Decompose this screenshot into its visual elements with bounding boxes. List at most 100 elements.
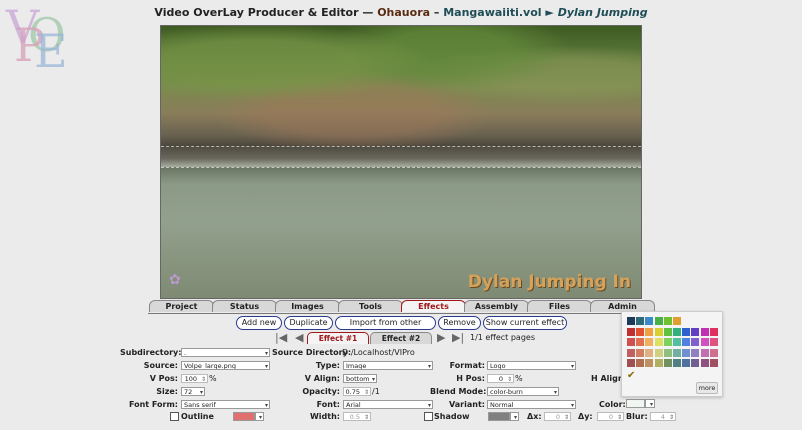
shadow-checkbox[interactable]	[424, 412, 433, 421]
subdirectory-select[interactable]: . ▾	[181, 348, 270, 357]
duplicate-button[interactable]: Duplicate	[284, 316, 333, 330]
palette-color-cell[interactable]	[645, 359, 654, 367]
spinner-icon[interactable]: ⇕	[201, 375, 206, 384]
tab-effects[interactable]: Effects	[401, 300, 466, 312]
palette-color-cell[interactable]	[645, 338, 654, 346]
palette-color-cell[interactable]	[636, 359, 645, 367]
palette-color-cell[interactable]	[627, 327, 635, 336]
palette-color-cell[interactable]	[700, 327, 709, 336]
outline-checkbox[interactable]	[170, 412, 179, 421]
palette-color-cell[interactable]	[691, 338, 700, 346]
video-preview[interactable]: ✿ Dylan Jumping In	[160, 25, 642, 299]
spinner-icon[interactable]: ⇕	[364, 388, 369, 397]
palette-color-cell[interactable]	[682, 348, 691, 357]
dy-input[interactable]: 0 ⇕	[597, 412, 624, 421]
font-select[interactable]: Arial ▾	[343, 400, 433, 409]
tab-status[interactable]: Status	[212, 300, 277, 312]
opacity-input[interactable]: 0.75 ⇕	[343, 387, 371, 396]
blur-input[interactable]: 4 ⇕	[650, 412, 676, 421]
palette-color-cell[interactable]	[700, 348, 709, 357]
source-select[interactable]: Volpe_large.png ▾	[181, 361, 270, 370]
spinner-icon[interactable]: ⇕	[364, 413, 369, 422]
hpos-input[interactable]: 0 ⇕	[487, 374, 514, 383]
palette-color-cell[interactable]	[682, 327, 691, 336]
tab-files[interactable]: Files	[527, 300, 592, 312]
palette-color-cell[interactable]	[663, 359, 672, 367]
show-current-effect-button[interactable]: Show current effect	[483, 316, 567, 330]
palette-color-cell[interactable]	[654, 338, 663, 346]
palette-color-cell[interactable]	[709, 348, 718, 357]
palette-color-cell[interactable]	[627, 338, 635, 346]
type-select[interactable]: Image ▾	[343, 361, 433, 370]
palette-color-cell[interactable]	[673, 338, 681, 346]
palette-color-cell[interactable]	[645, 327, 654, 336]
palette-color-cell[interactable]	[636, 348, 645, 357]
size-select[interactable]: 72 ▾	[181, 387, 205, 396]
palette-color-cell[interactable]	[663, 317, 672, 325]
spinner-icon[interactable]: ⇕	[507, 375, 512, 384]
palette-color-cell[interactable]	[663, 348, 672, 357]
format-select[interactable]: Logo ▾	[487, 361, 576, 370]
palette-color-cell[interactable]	[627, 359, 635, 367]
more-colors-button[interactable]: more	[696, 382, 718, 394]
palette-color-cell[interactable]	[645, 317, 654, 325]
palette-color-cell[interactable]	[709, 338, 718, 346]
palette-color-cell[interactable]	[645, 348, 654, 357]
valign-select[interactable]: bottom ▾	[343, 374, 377, 383]
first-effect-icon[interactable]: |◀	[275, 332, 287, 343]
prev-effect-icon[interactable]: ◀	[295, 332, 303, 343]
title-volume-link[interactable]: Mangawaiiti.vol	[443, 6, 541, 19]
palette-color-cell[interactable]	[691, 359, 700, 367]
spinner-icon[interactable]: ⇕	[617, 413, 622, 422]
palette-color-cell[interactable]	[654, 348, 663, 357]
tab-project[interactable]: Project	[149, 300, 214, 312]
font-form-select[interactable]: Sans serif ▾	[181, 400, 270, 409]
palette-color-cell[interactable]	[654, 359, 663, 367]
palette-color-cell[interactable]	[700, 359, 709, 367]
title-place-link[interactable]: Ohauora	[377, 6, 430, 19]
shadow-color-swatch[interactable]	[488, 412, 510, 421]
palette-color-cell[interactable]	[709, 359, 718, 367]
palette-color-cell[interactable]	[682, 359, 691, 367]
color-dropdown-button[interactable]: ▾	[645, 399, 655, 408]
blend-mode-select[interactable]: color-burn ▾	[487, 387, 559, 396]
variant-select[interactable]: Normal ▾	[487, 400, 576, 409]
palette-color-cell[interactable]	[627, 317, 635, 325]
next-effect-icon[interactable]: ▶	[437, 332, 445, 343]
shadow-color-dropdown[interactable]: ▾	[510, 412, 519, 421]
remove-button[interactable]: Remove	[438, 316, 481, 330]
outline-color-swatch[interactable]	[233, 412, 255, 421]
palette-color-cell[interactable]	[663, 338, 672, 346]
vpos-input[interactable]: 100 ⇕	[181, 374, 208, 383]
palette-color-cell[interactable]	[691, 348, 700, 357]
add-new-button[interactable]: Add new	[236, 316, 282, 330]
palette-color-cell[interactable]	[636, 317, 645, 325]
dx-input[interactable]: 0 ⇕	[544, 412, 571, 421]
tab-images[interactable]: Images	[275, 300, 340, 312]
palette-color-cell[interactable]	[691, 327, 700, 336]
palette-color-cell[interactable]	[627, 348, 635, 357]
palette-color-cell[interactable]	[654, 327, 663, 336]
palette-color-cell[interactable]	[636, 338, 645, 346]
palette-color-cell[interactable]	[673, 359, 681, 367]
tab-assembly[interactable]: Assembly	[464, 300, 529, 312]
effect-tab-1[interactable]: Effect #1	[307, 332, 369, 344]
spinner-icon[interactable]: ⇕	[669, 413, 674, 422]
palette-color-cell[interactable]	[663, 327, 672, 336]
palette-color-cell[interactable]	[682, 338, 691, 346]
palette-color-cell[interactable]	[636, 327, 645, 336]
palette-color-cell[interactable]	[673, 317, 681, 325]
width-input[interactable]: 0.5 ⇕	[343, 412, 371, 421]
tab-tools[interactable]: Tools	[338, 300, 403, 312]
palette-color-cell[interactable]	[700, 338, 709, 346]
spinner-icon[interactable]: ⇕	[564, 413, 569, 422]
palette-color-cell[interactable]	[673, 327, 681, 336]
palette-color-cell[interactable]	[673, 348, 681, 357]
import-button[interactable]: Import from other scenes	[335, 316, 436, 339]
last-effect-icon[interactable]: ▶|	[452, 332, 464, 343]
effect-tab-2[interactable]: Effect #2	[370, 332, 432, 344]
palette-color-cell[interactable]	[709, 327, 718, 336]
palette-color-cell[interactable]	[654, 317, 663, 325]
outline-color-dropdown[interactable]: ▾	[255, 412, 264, 421]
text-color-swatch[interactable]	[626, 399, 645, 408]
